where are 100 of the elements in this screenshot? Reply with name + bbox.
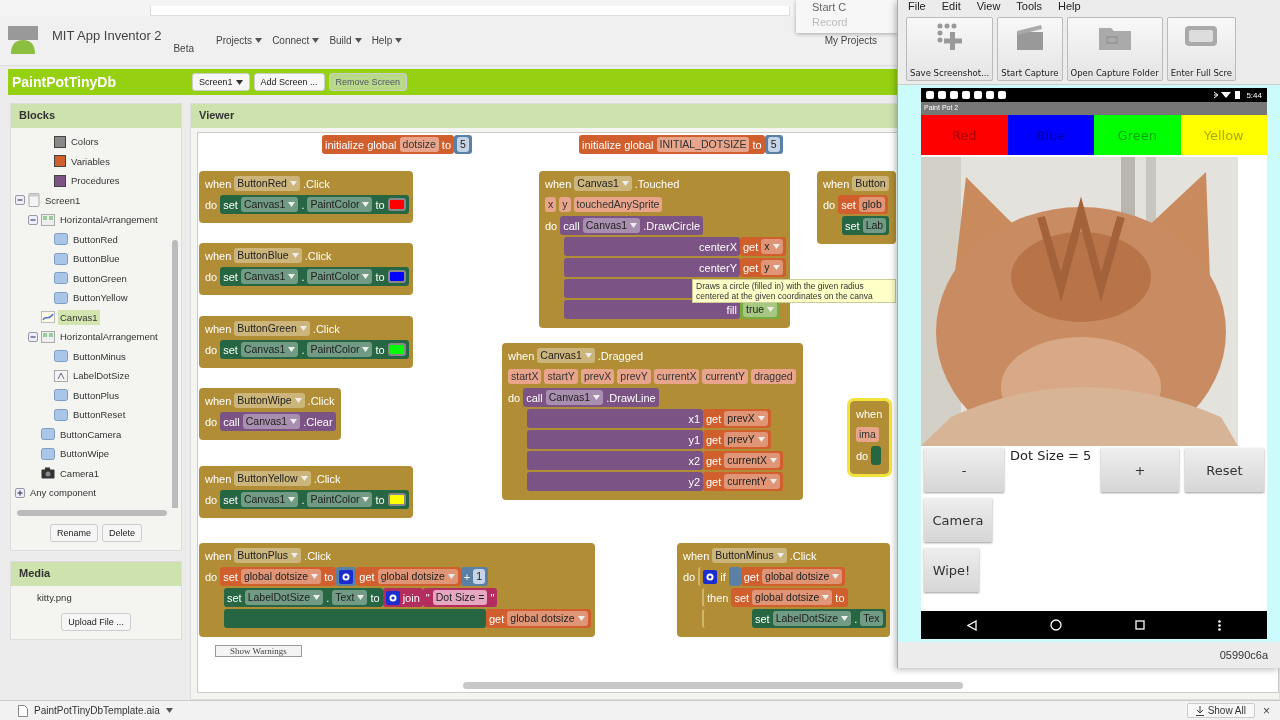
- tree-item[interactable]: ButtonGreen: [71, 270, 129, 286]
- tree-item[interactable]: Camera1: [58, 465, 102, 481]
- tool-button[interactable]: Start Capture: [997, 17, 1063, 81]
- tree-item[interactable]: LabelDotSize: [71, 368, 132, 384]
- tree-item[interactable]: Variables: [69, 153, 112, 169]
- address-field[interactable]: [150, 6, 790, 16]
- block-dropdown[interactable]: Canvas1: [582, 218, 641, 233]
- block-dropdown[interactable]: global dotsize: [377, 569, 458, 584]
- block-dropdown[interactable]: LabelDotSize: [772, 611, 852, 626]
- getter-block[interactable]: get global dotsize: [356, 567, 461, 586]
- tool-button[interactable]: Enter Full Scre: [1166, 17, 1237, 81]
- tree-item[interactable]: ButtonBlue: [71, 251, 122, 267]
- panel-button[interactable]: Delete: [102, 524, 142, 542]
- tree-item[interactable]: HorizontalArrangement: [58, 329, 160, 345]
- block-dropdown[interactable]: Canvas1: [537, 348, 595, 363]
- block-dropdown[interactable]: global dotsize: [752, 590, 833, 605]
- variable-setter-block[interactable]: set global dotsize to: [220, 567, 337, 586]
- block-dropdown[interactable]: global dotsize: [240, 569, 322, 584]
- tree-item[interactable]: ButtonWipe: [58, 446, 112, 462]
- block-dropdown[interactable]: ButtonGreen: [234, 321, 310, 336]
- method-call-block[interactable]: x2: [527, 451, 703, 470]
- block-dropdown[interactable]: PaintColor: [307, 342, 373, 357]
- getter-block[interactable]: get y: [740, 258, 786, 277]
- string-value[interactable]: Dot Size =: [432, 590, 488, 605]
- block-dropdown[interactable]: ButtonRed: [234, 176, 300, 191]
- event-block[interactable]: when ButtonRed .Click do set Canvas1 . PaintColor to: [199, 171, 413, 223]
- block-dropdown[interactable]: currentY: [724, 474, 780, 489]
- variable-block[interactable]: initialize global INITIAL_DOTSIZE to: [579, 135, 765, 154]
- block-dropdown[interactable]: Canvas1: [240, 197, 299, 212]
- upload-button[interactable]: Upload File ...: [61, 613, 131, 631]
- app-button[interactable]: Camera: [924, 498, 992, 542]
- menu-link[interactable]: Connect: [272, 35, 320, 46]
- method-call-block[interactable]: y1: [527, 430, 703, 449]
- method-call-block[interactable]: call Canvas1 .DrawLine: [523, 388, 659, 407]
- event-block[interactable]: when ima do: [850, 401, 890, 474]
- mutator-icon[interactable]: [385, 590, 400, 605]
- event-block[interactable]: when ButtonGreen .Click do set Canvas1 . PaintColor to: [199, 316, 413, 368]
- method-call-block[interactable]: fill: [564, 300, 740, 319]
- tree-item[interactable]: ButtonCamera: [58, 426, 124, 442]
- getter-block[interactable]: get global dotsize: [740, 567, 846, 586]
- event-block[interactable]: when ButtonPlus .Click do set global dotsize to get global dotsize + 1 set LabelDotSize . Text to join " Dot Size = " get global dotsize: [199, 543, 595, 637]
- block-dropdown[interactable]: PaintColor: [307, 269, 373, 284]
- setter-block[interactable]: set Canvas1 . PaintColor to: [220, 340, 409, 359]
- getter-block[interactable]: get currentX: [703, 451, 783, 470]
- method-call-block[interactable]: y2: [527, 472, 703, 491]
- tree-item[interactable]: HorizontalArrangement: [58, 212, 160, 228]
- text-block[interactable]: " Dot Size = ": [422, 588, 498, 607]
- menu-item[interactable]: File: [908, 1, 926, 12]
- menu-item[interactable]: Start C: [812, 0, 897, 15]
- block-dropdown[interactable]: y: [761, 260, 783, 275]
- method-call-block[interactable]: call Canvas1 .Clear: [220, 412, 336, 431]
- setter-block[interactable]: set Canvas1 . PaintColor to: [220, 490, 409, 509]
- method-call-block[interactable]: centerY: [564, 258, 740, 277]
- download-file[interactable]: PaintPotTinyDbTemplate.aia: [34, 705, 160, 716]
- tree-item[interactable]: Canvas1: [58, 309, 100, 325]
- scrollbar[interactable]: [172, 240, 178, 508]
- block-dropdown[interactable]: Canvas1: [240, 269, 299, 284]
- toolbar-button[interactable]: Add Screen ...: [253, 73, 325, 91]
- block-dropdown[interactable]: ButtonBlue: [234, 248, 302, 263]
- menu-item[interactable]: Edit: [941, 1, 961, 12]
- setter-block[interactable]: set LabelDotSize . Text to: [224, 588, 383, 607]
- tree-item[interactable]: ButtonRed: [71, 231, 120, 247]
- panel-button[interactable]: Rename: [49, 524, 98, 542]
- scrollbar[interactable]: [17, 510, 167, 516]
- event-block[interactable]: when ButtonYellow .Click do set Canvas1 . PaintColor to: [199, 466, 413, 518]
- setter-block[interactable]: set Canvas1 . PaintColor to: [220, 195, 409, 214]
- getter-block[interactable]: get global dotsize: [486, 609, 591, 628]
- tree-item[interactable]: ButtonMinus: [71, 348, 128, 364]
- collapse-icon[interactable]: [28, 214, 38, 225]
- method-call-block[interactable]: centerX: [564, 237, 740, 256]
- block-dropdown[interactable]: ButtonWipe: [234, 393, 305, 408]
- menu-item[interactable]: Tools: [1016, 1, 1043, 12]
- menu-item[interactable]: View: [976, 1, 1001, 12]
- minus-button[interactable]: -: [924, 448, 1004, 492]
- block-dropdown[interactable]: global dotsize: [507, 611, 588, 626]
- menu-link[interactable]: Build: [329, 35, 362, 46]
- block-dropdown[interactable]: Text: [332, 590, 368, 605]
- method-call-block[interactable]: x1: [527, 409, 703, 428]
- block-dropdown[interactable]: Canvas1: [240, 342, 299, 357]
- color-swatch[interactable]: [387, 343, 406, 356]
- getter-block[interactable]: get x: [740, 237, 786, 256]
- block-dropdown[interactable]: Canvas1: [574, 176, 632, 191]
- more-icon[interactable]: [1217, 619, 1221, 631]
- block-dropdown[interactable]: PaintColor: [307, 492, 373, 507]
- getter-block[interactable]: get prevX: [703, 409, 771, 428]
- block-dropdown[interactable]: currentX: [724, 453, 780, 468]
- plus-button[interactable]: +: [1101, 448, 1179, 492]
- show-warnings-button[interactable]: Show Warnings: [215, 645, 302, 657]
- getter-block[interactable]: get prevY: [703, 430, 771, 449]
- block-dropdown[interactable]: Lab: [862, 218, 887, 233]
- color-swatch[interactable]: [387, 493, 406, 506]
- block-dropdown[interactable]: Canvas1: [545, 390, 604, 405]
- media-file[interactable]: kitty.png: [11, 586, 181, 605]
- home-icon[interactable]: [1050, 619, 1063, 631]
- tree-item[interactable]: ButtonPlus: [71, 387, 121, 403]
- text-block[interactable]: join: [382, 588, 423, 607]
- tree-item[interactable]: Any component: [28, 485, 98, 501]
- menu-link[interactable]: Projects: [216, 35, 263, 46]
- block-dropdown[interactable]: glob: [858, 197, 885, 212]
- block-dropdown[interactable]: prevX: [724, 411, 768, 426]
